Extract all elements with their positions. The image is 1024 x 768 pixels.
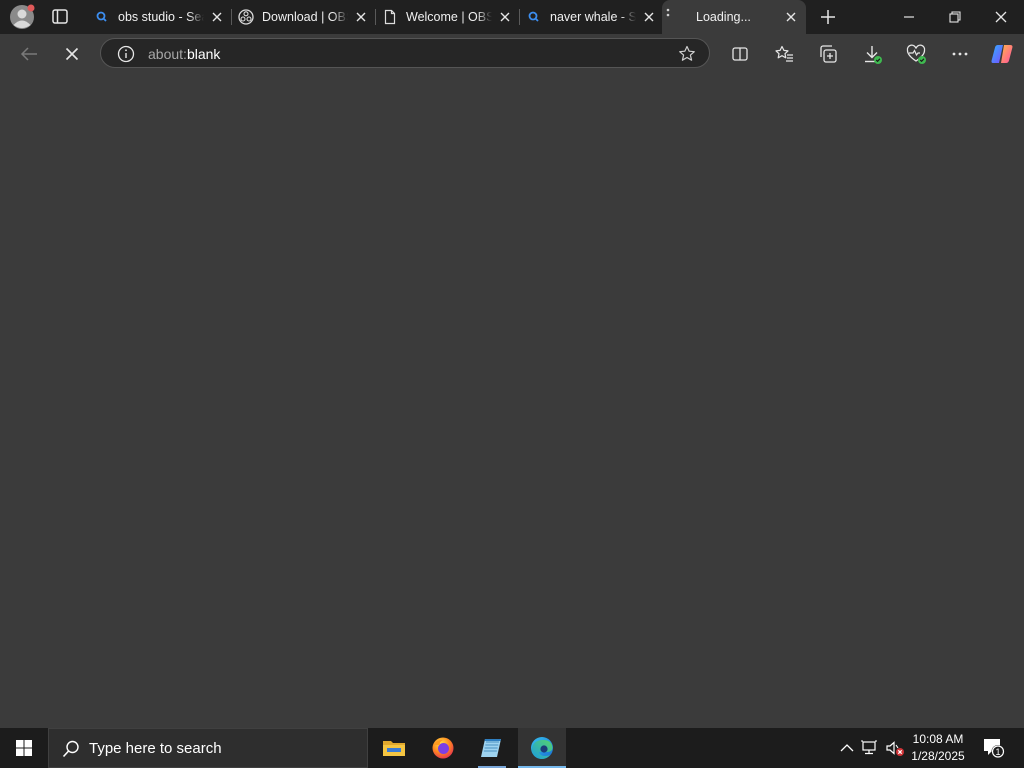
tab-actions-menu-icon[interactable] xyxy=(49,7,71,27)
file-explorer-icon xyxy=(382,736,406,760)
network-icon[interactable] xyxy=(861,738,879,758)
tab-download-obs[interactable]: Download | OBS xyxy=(232,4,376,30)
url-path: blank xyxy=(186,46,221,62)
system-clock[interactable]: 10:08 AM 1/28/2025 xyxy=(903,731,973,765)
close-tab-icon[interactable] xyxy=(642,10,656,24)
clock-time: 10:08 AM xyxy=(912,732,964,746)
restore-icon[interactable] xyxy=(947,9,963,25)
back-arrow-icon[interactable] xyxy=(18,43,40,65)
show-hidden-icons-chevron-up-icon[interactable] xyxy=(838,738,856,758)
taskbar-app-notepad[interactable] xyxy=(468,728,516,768)
browser-essentials-icon[interactable] xyxy=(905,43,927,65)
tab-loading[interactable]: Loading... xyxy=(662,0,806,34)
page-content-area xyxy=(0,74,1024,728)
tab-strip: obs studio - Search Download | OBS xyxy=(0,0,1024,34)
browser-toolbar: about:blank xyxy=(0,34,1024,74)
loading-icon xyxy=(666,8,670,20)
close-window-icon[interactable] xyxy=(993,9,1009,25)
taskbar-app-edge[interactable] xyxy=(518,728,566,768)
tab-title: naver whale - Search xyxy=(550,10,636,24)
search-placeholder: Type here to search xyxy=(89,740,222,757)
minimize-icon[interactable] xyxy=(901,9,917,25)
taskbar-app-firefox[interactable] xyxy=(419,728,467,768)
url-text[interactable]: about:blank xyxy=(148,45,220,63)
notepad-icon xyxy=(480,736,504,760)
favorites-icon[interactable] xyxy=(773,43,795,65)
url-scheme: about: xyxy=(148,46,187,62)
new-tab-icon[interactable] xyxy=(819,8,837,26)
windows-logo-icon xyxy=(16,740,32,756)
info-icon[interactable] xyxy=(117,45,135,63)
search-icon xyxy=(61,739,81,759)
close-tab-icon[interactable] xyxy=(784,10,798,24)
volume-muted-icon[interactable] xyxy=(885,738,904,758)
more-options-icon[interactable] xyxy=(949,43,971,65)
close-tab-icon[interactable] xyxy=(210,10,224,24)
tab-title: Download | OBS xyxy=(262,10,348,24)
start-button[interactable] xyxy=(0,728,48,768)
obs-icon xyxy=(238,9,254,25)
taskbar-search-box[interactable]: Type here to search xyxy=(48,728,368,768)
edge-icon xyxy=(530,736,554,760)
collections-icon[interactable] xyxy=(817,43,839,65)
close-tab-icon[interactable] xyxy=(498,10,512,24)
downloads-icon[interactable] xyxy=(861,43,883,65)
notification-center-icon[interactable]: 1 xyxy=(982,737,1006,759)
tab-naver-whale-search[interactable]: naver whale - Search xyxy=(520,4,664,30)
tab-title: Loading... xyxy=(696,10,751,24)
favorite-star-icon[interactable] xyxy=(677,44,697,64)
windows-taskbar: Type here to search 10:08 AM 1/28/2025 1 xyxy=(0,728,1024,768)
tab-obs-studio-search[interactable]: obs studio - Search xyxy=(88,4,232,30)
page-icon xyxy=(382,9,398,25)
search-icon xyxy=(94,9,110,25)
clock-date: 1/28/2025 xyxy=(911,749,965,763)
copilot-icon[interactable] xyxy=(990,43,1013,65)
search-icon xyxy=(526,9,542,25)
split-screen-icon[interactable] xyxy=(729,43,751,65)
address-bar[interactable]: about:blank xyxy=(100,38,710,68)
close-tab-icon[interactable] xyxy=(354,10,368,24)
tab-welcome-obs[interactable]: Welcome | OBS xyxy=(376,4,520,30)
tab-title: obs studio - Search xyxy=(118,10,204,24)
notification-count: 1 xyxy=(995,747,1000,757)
taskbar-app-file-explorer[interactable] xyxy=(370,728,418,768)
stop-loading-icon[interactable] xyxy=(61,43,83,65)
firefox-icon xyxy=(431,736,455,760)
tab-title: Welcome | OBS xyxy=(406,10,492,24)
profile-avatar-icon[interactable] xyxy=(9,4,35,30)
